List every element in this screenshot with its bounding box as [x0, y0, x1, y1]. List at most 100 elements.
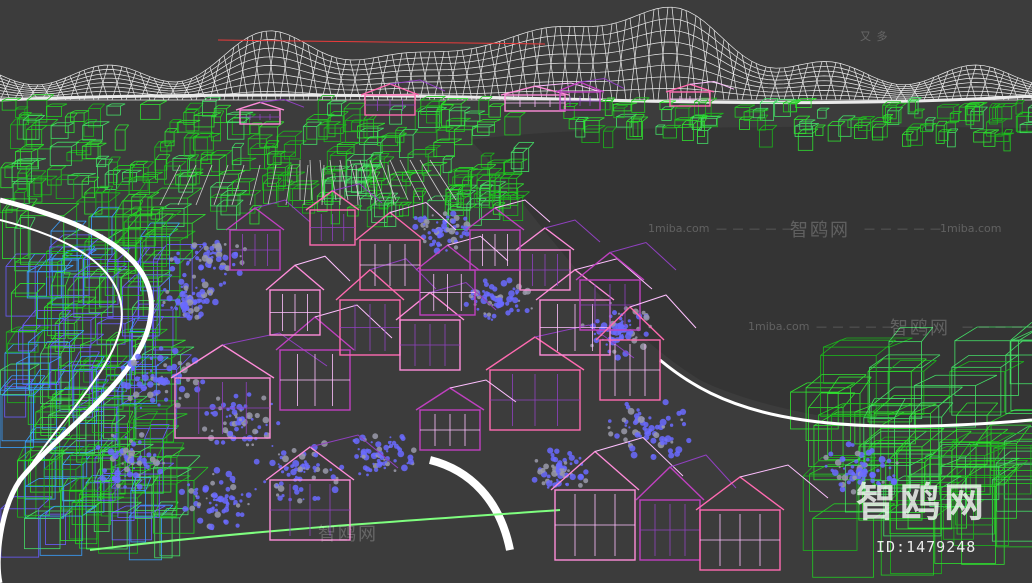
- foliage-dot: [607, 426, 611, 430]
- foliage-dot: [667, 448, 674, 454]
- foliage-dot: [383, 444, 390, 451]
- tree-box: [616, 116, 633, 128]
- foliage-dot: [147, 391, 154, 399]
- tree-box-edge: [370, 156, 378, 163]
- foliage-dot: [895, 461, 899, 465]
- tree-box-edge: [82, 478, 91, 491]
- foliage-dot: [240, 493, 244, 496]
- foliage-dot: [861, 462, 867, 468]
- foliage-dot: [628, 442, 631, 445]
- foliage-dot: [627, 319, 631, 323]
- foliage-dot: [216, 396, 221, 401]
- foliage-dot: [512, 297, 519, 304]
- tree-box-edge: [324, 176, 332, 182]
- tree-box-edge: [187, 455, 201, 468]
- foliage-dot: [178, 278, 185, 285]
- foliage-dot: [578, 456, 582, 460]
- foliage-dot: [189, 505, 196, 512]
- house-roof: [395, 291, 465, 321]
- house-roof-side: [369, 258, 437, 290]
- field-line: [195, 164, 213, 206]
- foliage-dot: [221, 497, 229, 504]
- tree-box-edge: [124, 124, 129, 131]
- foliage-dot: [412, 223, 419, 230]
- tree-box-edge: [383, 153, 390, 160]
- tree-box-edge: [574, 103, 579, 107]
- foliage-dot: [187, 483, 191, 487]
- tree-box-edge: [22, 310, 36, 326]
- tree-box: [231, 181, 250, 195]
- tree-box: [153, 309, 174, 351]
- tree-box-edge: [37, 144, 45, 150]
- foliage-dot: [680, 418, 684, 422]
- foliage-dot: [629, 323, 632, 326]
- tree-box-edge: [366, 154, 375, 161]
- 3d-wireframe-viewport[interactable]: 又 多 1miba.com — — — — — 智鸥网 — — — — — 1m…: [0, 0, 1032, 583]
- foliage-dot: [173, 256, 178, 261]
- foliage-dot: [233, 393, 239, 399]
- tree-box-edge: [454, 125, 461, 131]
- tree-box-edge: [25, 478, 39, 487]
- tree-box-edge: [17, 169, 22, 174]
- foliage-dot: [372, 462, 375, 466]
- house-roof-side: [259, 98, 305, 108]
- foliage-dot: [198, 298, 203, 303]
- foliage-dot: [491, 304, 494, 306]
- foliage-dot: [423, 228, 426, 231]
- foliage-dot: [280, 450, 287, 456]
- tree-box: [185, 108, 200, 132]
- tree-box-edge: [395, 127, 399, 131]
- tree-box: [1, 100, 17, 111]
- foliage-dot: [361, 454, 366, 459]
- tree-box-edge: [838, 115, 844, 121]
- tree-box-edge: [26, 125, 33, 130]
- tree-box-edge: [764, 114, 769, 119]
- tree-box: [97, 164, 110, 188]
- foliage-dot: [668, 452, 675, 459]
- tree-box: [802, 475, 858, 551]
- tree-box-edge: [466, 198, 473, 205]
- tree-box: [914, 110, 923, 119]
- foliage-dot: [232, 262, 236, 267]
- tree-box-edge: [661, 106, 666, 110]
- house-roof: [635, 466, 705, 501]
- tree-box-edge: [162, 424, 170, 439]
- foliage-dot: [211, 506, 215, 510]
- tree-box: [231, 147, 242, 166]
- foliage-dot: [627, 407, 635, 415]
- foliage-dot: [231, 409, 238, 416]
- house-roof-side: [669, 454, 737, 489]
- foliage-dot: [231, 479, 236, 484]
- foliage-dot: [676, 410, 682, 416]
- tree-box: [421, 164, 442, 176]
- tree-box: [774, 102, 791, 117]
- foliage-dot: [100, 475, 106, 482]
- foliage-dot: [463, 301, 469, 307]
- foliage-dot: [276, 493, 280, 497]
- tree-box-edge: [330, 151, 336, 156]
- foliage-dot: [845, 441, 852, 448]
- tree-box: [327, 103, 342, 116]
- tree-box-edge: [60, 165, 67, 171]
- foliage-dot: [242, 247, 247, 252]
- foliage-dot: [636, 408, 640, 412]
- foliage-dot: [436, 243, 441, 248]
- foliage-dot: [628, 426, 631, 429]
- foliage-dot: [640, 343, 647, 350]
- foliage-dot: [845, 472, 849, 477]
- foliage-dot: [178, 385, 186, 393]
- foliage-dot: [116, 483, 121, 489]
- foliage-dot: [524, 308, 530, 314]
- foliage-dot: [838, 482, 843, 487]
- foliage-dot: [222, 281, 227, 285]
- foliage-dot: [163, 288, 167, 292]
- foliage-dot: [243, 404, 248, 408]
- foliage-dot: [172, 347, 179, 355]
- tree-box: [249, 124, 260, 135]
- tree-box-edge: [122, 206, 135, 216]
- tree-box-edge: [50, 220, 61, 232]
- foliage-dot: [836, 474, 842, 480]
- foliage-dot: [198, 265, 204, 271]
- field-line: [267, 164, 277, 206]
- foliage-dot: [366, 449, 372, 454]
